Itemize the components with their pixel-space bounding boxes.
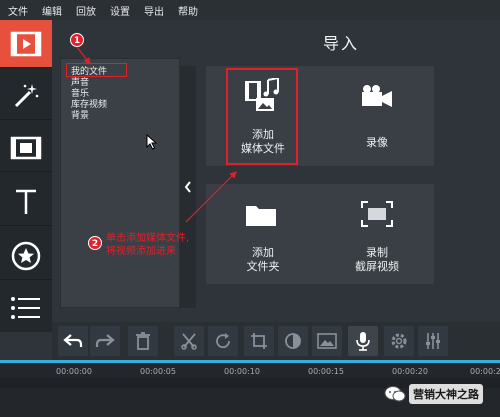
color-adjust-button[interactable] [278, 326, 308, 356]
contrast-icon [285, 333, 301, 349]
timeline-tick: 00:00:25 [470, 367, 500, 376]
scissors-icon [181, 333, 197, 350]
watermark-text: 营销大神之路 [409, 384, 483, 404]
image-icon [317, 333, 337, 349]
wechat-logo-icon [384, 386, 406, 402]
timeline-tick: 00:00:10 [224, 367, 260, 376]
undo-icon [63, 334, 83, 347]
clip-properties-button[interactable] [312, 326, 342, 356]
microphone-icon [356, 332, 370, 351]
trash-icon [136, 332, 150, 350]
delete-button[interactable] [128, 326, 158, 356]
equalizer-icon [426, 333, 440, 349]
timeline-tick: 00:00:00 [56, 367, 92, 376]
rotate-button[interactable] [208, 326, 238, 356]
gear-icon [391, 333, 407, 349]
timeline-tick: 00:00:20 [392, 367, 428, 376]
undo-button[interactable] [58, 326, 88, 356]
settings-button[interactable] [384, 326, 414, 356]
crop-icon [251, 333, 267, 349]
crop-button[interactable] [244, 326, 274, 356]
timeline-tick: 00:00:05 [140, 367, 176, 376]
rotate-icon [216, 333, 230, 349]
edit-toolbar [52, 322, 500, 360]
equalizer-button[interactable] [418, 326, 448, 356]
redo-icon [95, 334, 115, 347]
split-button[interactable] [174, 326, 204, 356]
timeline-tick: 00:00:15 [308, 367, 344, 376]
watermark: 营销大神之路 [384, 384, 483, 404]
redo-button[interactable] [90, 326, 120, 356]
voiceover-button[interactable] [348, 326, 378, 356]
